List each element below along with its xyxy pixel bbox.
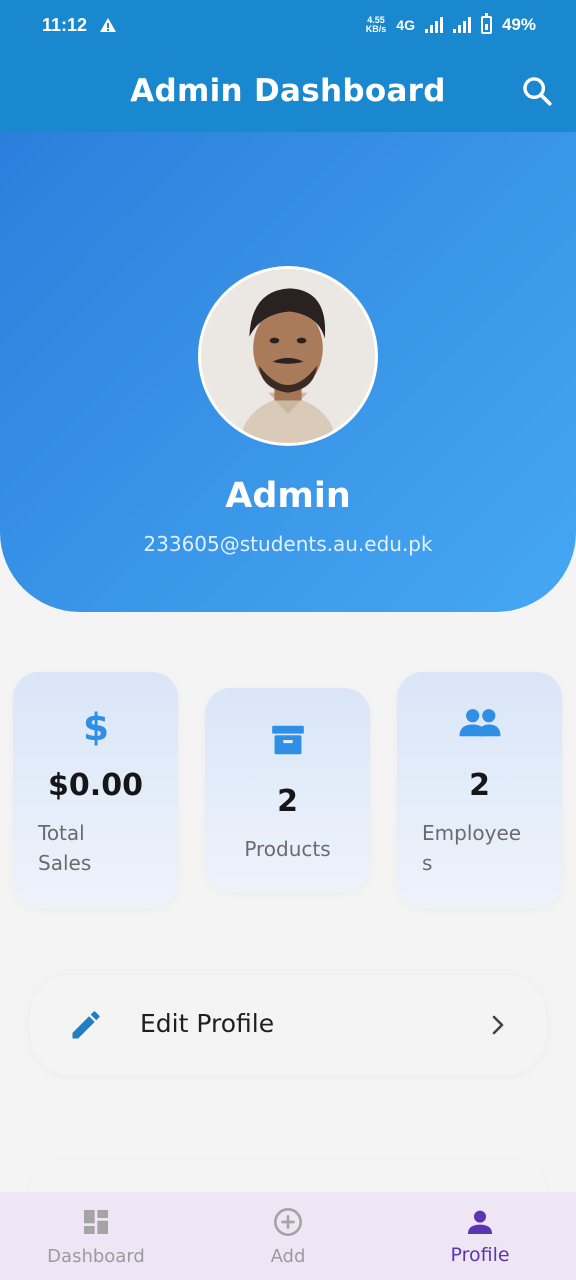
profile-name: Admin [225,476,351,516]
dashboard-icon [84,1210,108,1234]
profile-header: Admin 233605@students.au.edu.pk [0,132,576,612]
status-time: 11:12 [42,14,88,35]
person-icon [468,1210,492,1234]
stat-label-total-sales: Total Sales [38,821,92,875]
stat-value-employees: 2 [469,768,490,803]
svg-text:$: $ [82,706,108,746]
stat-value-total-sales: $0.00 [48,768,143,803]
search-icon[interactable] [520,74,554,108]
nav-item-profile[interactable]: Profile [384,1192,576,1280]
nav-label-add: Add [270,1246,306,1267]
pencil-icon [72,1011,100,1039]
signal-icon-2 [452,17,471,33]
stat-label-employees: Employee s [422,821,522,875]
battery-level: 49% [501,15,536,34]
people-icon [458,709,501,737]
network-speed: 4.55 KB/s [365,15,387,34]
bottom-navigation: Dashboard Add Profile [0,1192,576,1280]
add-circle-icon [274,1208,302,1236]
dollar-icon: $ [82,706,108,746]
nav-label-profile: Profile [450,1244,510,1266]
nav-item-dashboard[interactable]: Dashboard [0,1192,192,1280]
status-bar: 11:12 4.55 KB/s 4G 49% [0,0,576,50]
archive-box-icon [271,725,304,755]
network-type: 4G [396,17,415,33]
page-title: Admin Dashboard [130,73,446,109]
profile-email: 233605@students.au.edu.pk [143,532,433,556]
avatar[interactable] [198,266,378,446]
app-bar: Admin Dashboard [0,50,576,132]
chevron-right-icon [492,1015,504,1035]
avatar-photo [201,269,375,443]
edit-profile-button[interactable]: Edit Profile [30,975,546,1075]
battery-icon [480,13,492,34]
stat-card-products[interactable]: 2 Products [205,688,370,892]
nav-label-dashboard: Dashboard [47,1246,145,1267]
edit-profile-label: Edit Profile [140,1009,275,1038]
nav-item-add[interactable]: Add [192,1192,384,1280]
stat-card-employees[interactable]: 2 Employee s [397,672,562,908]
signal-icon [424,17,443,33]
stat-value-products: 2 [277,784,298,819]
warning-icon [100,18,117,32]
stat-card-total-sales[interactable]: $ $0.00 Total Sales [13,672,178,908]
stat-label-products: Products [244,837,331,861]
